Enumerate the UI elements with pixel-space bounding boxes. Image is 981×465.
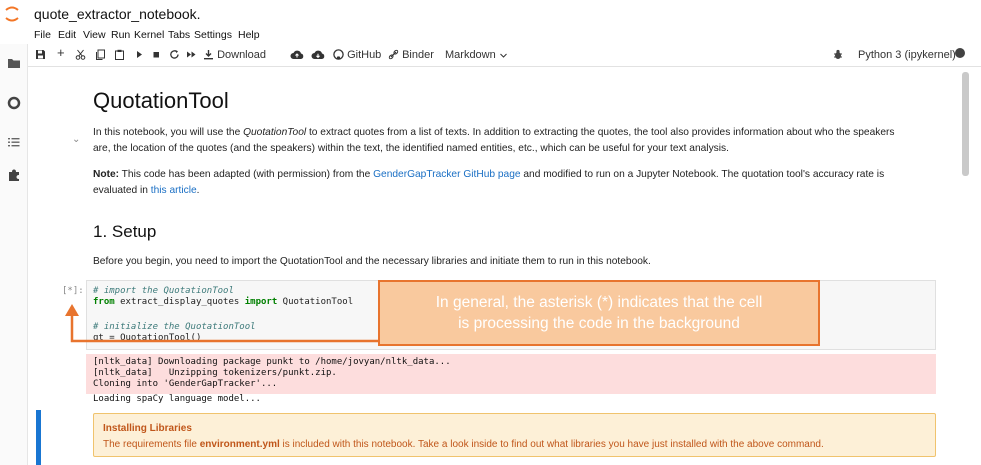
stop-icon[interactable]	[152, 48, 161, 62]
menu-help[interactable]: Help	[238, 29, 260, 41]
note-text: This code has been adapted (with permiss…	[119, 169, 374, 180]
output-line: Cloning into 'GenderGapTracker'...	[93, 379, 278, 389]
binder-label: Binder	[402, 49, 434, 61]
cell-type-value: Markdown	[445, 49, 496, 61]
binder-icon	[388, 49, 399, 60]
menu-view[interactable]: View	[83, 29, 106, 41]
note-text-cont: and modified to run on a Jupyter Noteboo…	[520, 169, 885, 180]
intro-paragraph: In this notebook, you will use the Quota…	[93, 125, 933, 157]
jupyter-logo-icon	[5, 6, 19, 22]
running-circle-icon[interactable]	[7, 96, 21, 110]
annotation-text: In general, the asterisk (*) indicates t…	[380, 292, 818, 334]
note-line2-prefix: evaluated in	[93, 185, 151, 196]
menu-tabs[interactable]: Tabs	[168, 29, 190, 41]
active-cell-indicator[interactable]	[36, 410, 41, 465]
intro-text-cont: to extract quotes from a list of texts. …	[306, 127, 895, 138]
article-link[interactable]: this article	[151, 185, 197, 196]
cell-type-select[interactable]: Markdown	[445, 48, 508, 62]
cloud-upload-icon[interactable]	[290, 48, 304, 62]
code-comment-init: # initialize the QuotationTool	[93, 322, 256, 332]
module-name: extract_display_quotes	[114, 297, 245, 307]
alert-title: Installing Libraries	[103, 423, 192, 434]
code-comment-import: # import the QuotationTool	[93, 286, 234, 296]
left-sidebar	[0, 44, 28, 465]
extension-puzzle-icon[interactable]	[7, 168, 21, 182]
annotation-line2: is processing the code in the background	[458, 315, 740, 332]
cloud-download-icon[interactable]	[311, 48, 325, 62]
note-line2-suffix: .	[196, 185, 200, 196]
menu-edit[interactable]: Edit	[58, 29, 76, 41]
output-line: Loading spaCy language model...	[93, 394, 261, 404]
intro-text: In this notebook, you will use the	[93, 127, 244, 138]
alert-body-text: The requirements file	[103, 439, 200, 450]
note-paragraph: Note: This code has been adapted (with p…	[93, 167, 933, 199]
execution-prompt: [*]:	[62, 286, 84, 296]
setup-paragraph: Before you begin, you need to import the…	[93, 256, 651, 267]
kernel-name[interactable]: Python 3 (ipykernel)	[858, 48, 956, 62]
page-title: QuotationTool	[93, 88, 229, 113]
notebook-title[interactable]: quote_extractor_notebook.	[34, 6, 201, 22]
github-icon	[333, 49, 344, 60]
folder-icon[interactable]	[7, 56, 21, 70]
binder-button[interactable]: Binder	[388, 48, 434, 62]
annotation-callout: In general, the asterisk (*) indicates t…	[378, 280, 820, 346]
github-button[interactable]: GitHub	[333, 48, 381, 62]
menu-kernel[interactable]: Kernel	[134, 29, 164, 41]
table-of-contents-icon[interactable]	[7, 135, 21, 149]
note-label: Note:	[93, 169, 120, 180]
code-init-line: qt = QuotationTool()	[93, 333, 202, 343]
output-line: [nltk_data] Downloading package punkt to…	[93, 357, 451, 367]
fast-forward-icon[interactable]	[186, 48, 197, 62]
scrollbar[interactable]	[962, 72, 969, 176]
copy-icon[interactable]	[95, 48, 106, 62]
gendergaptracker-link[interactable]: GenderGapTracker GitHub page	[373, 169, 520, 180]
cut-icon[interactable]	[75, 48, 86, 62]
import-name: QuotationTool	[277, 297, 354, 307]
save-icon[interactable]	[35, 48, 46, 62]
intro-emphasis: QuotationTool	[243, 127, 307, 138]
keyword-from: from	[93, 297, 115, 307]
alert-filename: environment.yml	[199, 439, 280, 450]
run-icon[interactable]	[135, 48, 144, 62]
menu-run[interactable]: Run	[111, 29, 130, 41]
code-import-line: from extract_display_quotes import Quota…	[93, 297, 353, 308]
menu-settings[interactable]: Settings	[194, 29, 232, 41]
menu-file[interactable]: File	[34, 29, 51, 41]
output-line: [nltk_data] Unzipping tokenizers/punkt.z…	[93, 368, 337, 378]
paste-icon[interactable]	[114, 48, 125, 62]
alert-box: Installing Libraries The requirements fi…	[93, 413, 936, 457]
download-icon	[204, 50, 213, 60]
download-button[interactable]: Download	[203, 48, 266, 62]
kernel-status-icon	[954, 47, 966, 61]
title-bar: quote_extractor_notebook.	[0, 0, 981, 28]
annotation-line1: In general, the asterisk (*) indicates t…	[435, 294, 763, 311]
alert-body-text-cont: is included with this notebook. Take a l…	[279, 439, 824, 450]
restart-icon[interactable]	[169, 48, 180, 62]
section-heading-setup: 1. Setup	[93, 222, 157, 241]
debugger-icon[interactable]	[833, 48, 843, 62]
alert-body: The requirements file environment.yml is…	[103, 439, 824, 450]
collapse-icon[interactable]: ⌄	[72, 134, 80, 145]
chevron-down-icon	[499, 53, 507, 58]
keyword-import: import	[244, 297, 278, 307]
notebook-toolbar: + Download GitHub Binder Markdown Python…	[28, 45, 981, 67]
download-label: Download	[217, 49, 266, 61]
github-label: GitHub	[347, 49, 382, 61]
add-cell-icon[interactable]: +	[57, 46, 65, 60]
intro-text-line2: are, the location of the quotes (and the…	[93, 143, 729, 154]
menu-bar: File Edit View Run Kernel Tabs Settings …	[0, 28, 981, 44]
